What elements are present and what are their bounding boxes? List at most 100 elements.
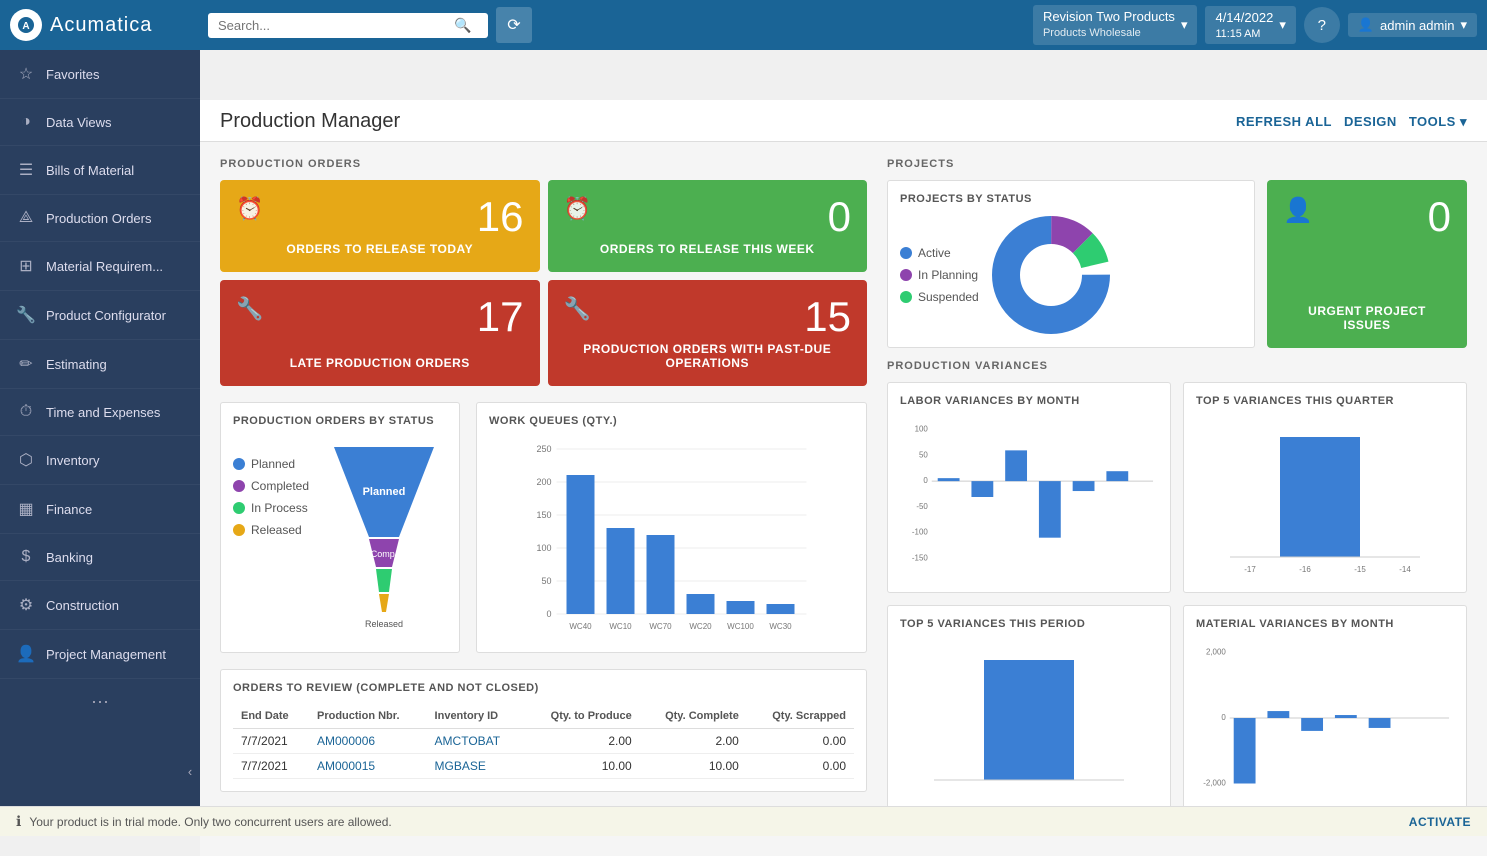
person-icon: 👤	[1283, 196, 1313, 225]
kpi-card-top: 🔧 17	[236, 296, 524, 338]
date-selector[interactable]: 4/14/2022 11:15 AM ▾	[1205, 6, 1295, 44]
legend-active: Active	[900, 246, 979, 260]
svg-text:200: 200	[536, 477, 551, 487]
prod-nbr-cell: AM000015	[309, 754, 427, 779]
inventory-link[interactable]: AMCTOBAT	[435, 734, 501, 748]
urgent-project-issues-card[interactable]: 👤 0 URGENT PROJECT ISSUES	[1267, 180, 1467, 348]
urgent-issues-number: 0	[1428, 196, 1451, 238]
help-button[interactable]: ?	[1304, 7, 1340, 43]
prod-nbr-link[interactable]: AM000015	[317, 759, 375, 773]
sidebar-item-time-and-expenses[interactable]: ⏱ Time and Expenses	[0, 389, 200, 436]
sidebar-item-material-requirements[interactable]: ⊞ Material Requirem...	[0, 242, 200, 291]
sidebar-item-estimating[interactable]: ✏ Estimating	[0, 340, 200, 389]
logo-area: A Acumatica	[10, 9, 200, 41]
search-bar[interactable]: 🔍	[208, 13, 488, 38]
legend-dot	[900, 269, 912, 281]
svg-text:-100: -100	[912, 528, 928, 537]
svg-text:-2,000: -2,000	[1203, 778, 1226, 787]
clock-icon: ⏰	[236, 196, 263, 222]
top5-period-svg	[900, 640, 1158, 800]
svg-text:50: 50	[919, 450, 928, 459]
svg-text:-50: -50	[916, 502, 928, 511]
col-qty-complete: Qty. Complete	[640, 704, 747, 729]
user-menu[interactable]: 👤 admin admin ▾	[1348, 13, 1477, 37]
search-input[interactable]	[218, 18, 448, 33]
sidebar-item-production-orders[interactable]: ⟁ Production Orders	[0, 195, 200, 242]
sidebar-item-favorites[interactable]: ☆ Favorites	[0, 50, 200, 99]
donut-container: Active In Planning Suspended	[900, 215, 1242, 335]
prod-nbr-link[interactable]: AM000006	[317, 734, 375, 748]
sidebar-item-label: Construction	[46, 598, 119, 613]
legend-dot	[233, 480, 245, 492]
material-variances-title: MATERIAL VARIANCES BY MONTH	[1196, 618, 1454, 630]
main-two-col: PRODUCTION ORDERS ⏰ 16 ORDERS TO RELEASE…	[220, 158, 1467, 828]
svg-text:WC100: WC100	[727, 622, 754, 631]
orders-week-card[interactable]: ⏰ 0 ORDERS TO RELEASE THIS WEEK	[548, 180, 868, 272]
production-variances-label: PRODUCTION VARIANCES	[887, 360, 1467, 372]
kpi-card-top: ⏰ 0	[564, 196, 852, 238]
history-button[interactable]: ⟳	[496, 7, 532, 43]
svg-text:100: 100	[915, 425, 929, 434]
clock-icon: ⏰	[564, 196, 591, 222]
person-icon: 👤	[16, 644, 36, 664]
logo-text: Acumatica	[50, 14, 152, 37]
inventory-id-cell: MGBASE	[427, 754, 524, 779]
legend-label: Released	[251, 523, 302, 537]
past-due-card[interactable]: 🔧 15 PRODUCTION ORDERS WITH PAST-DUE OPE…	[548, 280, 868, 386]
prod-nbr-cell: AM000006	[309, 729, 427, 754]
company-selector[interactable]: Revision Two Products Products Wholesale…	[1033, 5, 1198, 44]
sidebar-item-data-views[interactable]: ◑ Data Views	[0, 99, 200, 146]
bottom-bar: ℹ Your product is in trial mode. Only tw…	[0, 806, 1487, 836]
right-column: PROJECTS PROJECTS BY STATUS Active	[887, 158, 1467, 828]
ellipsis-icon: ···	[91, 691, 109, 712]
chart-icon: ◑	[16, 113, 36, 131]
sidebar-collapse-button[interactable]: ‹	[180, 756, 200, 786]
late-orders-card[interactable]: 🔧 17 LATE PRODUCTION ORDERS	[220, 280, 540, 386]
orders-today-label: ORDERS TO RELEASE TODAY	[236, 242, 524, 256]
sidebar-more-button[interactable]: ···	[0, 679, 200, 724]
top5-quarter-box: TOP 5 VARIANCES THIS QUARTER -17 -16 -15…	[1183, 382, 1467, 593]
page-actions: REFRESH ALL DESIGN TOOLS ▾	[1236, 114, 1467, 130]
sidebar-item-project-management[interactable]: 👤 Project Management	[0, 630, 200, 679]
activate-button[interactable]: ACTIVATE	[1409, 815, 1471, 829]
qty-complete-cell: 10.00	[640, 754, 747, 779]
sidebar-item-construction[interactable]: ⚙ Construction	[0, 581, 200, 630]
date-display: 4/14/2022 11:15 AM	[1215, 10, 1273, 40]
svg-text:WC20: WC20	[689, 622, 712, 631]
legend-label: Completed	[251, 479, 309, 493]
sidebar-item-inventory[interactable]: ⬡ Inventory	[0, 436, 200, 485]
page-title: Production Manager	[220, 110, 400, 133]
sidebar-item-product-configurator[interactable]: 🔧 Product Configurator	[0, 291, 200, 340]
tools-button[interactable]: TOOLS ▾	[1409, 114, 1467, 130]
svg-text:150: 150	[536, 510, 551, 520]
funnel-chart-box: PRODUCTION ORDERS BY STATUS Planned Comp…	[220, 402, 460, 653]
late-orders-number: 17	[477, 296, 524, 338]
design-button[interactable]: DESIGN	[1344, 114, 1397, 129]
list-icon: ☰	[16, 160, 36, 180]
svg-text:-16: -16	[1299, 565, 1311, 574]
wrench-icon: 🔧	[564, 296, 591, 322]
svg-text:A: A	[22, 21, 29, 32]
sidebar-item-finance[interactable]: ▦ Finance	[0, 485, 200, 534]
variance-row-1: LABOR VARIANCES BY MONTH 100 50 0 -50 -1…	[887, 382, 1467, 593]
top5-period-title: TOP 5 VARIANCES THIS PERIOD	[900, 618, 1158, 630]
refresh-all-button[interactable]: REFRESH ALL	[1236, 114, 1332, 129]
funnel-chart-title: PRODUCTION ORDERS BY STATUS	[233, 415, 447, 427]
legend-label: In Process	[251, 501, 308, 515]
col-inventory-id: Inventory ID	[427, 704, 524, 729]
legend-item-released: Released	[233, 523, 309, 537]
sidebar-item-bills-of-material[interactable]: ☰ Bills of Material	[0, 146, 200, 195]
pencil-icon: ✏	[16, 354, 36, 374]
donut-svg	[991, 215, 1111, 335]
charts-row: PRODUCTION ORDERS BY STATUS Planned Comp…	[220, 402, 867, 653]
sidebar-item-banking[interactable]: $ Banking	[0, 534, 200, 581]
legend-item-completed: Completed	[233, 479, 309, 493]
inventory-link[interactable]: MGBASE	[435, 759, 486, 773]
svg-text:Comp.: Comp.	[371, 549, 398, 559]
sidebar-item-label: Inventory	[46, 453, 99, 468]
legend-dot	[900, 247, 912, 259]
orders-today-card[interactable]: ⏰ 16 ORDERS TO RELEASE TODAY	[220, 180, 540, 272]
past-due-label: PRODUCTION ORDERS WITH PAST-DUE OPERATIO…	[564, 342, 852, 370]
sidebar-item-label: Estimating	[46, 357, 107, 372]
donut-legend: Active In Planning Suspended	[900, 246, 979, 304]
